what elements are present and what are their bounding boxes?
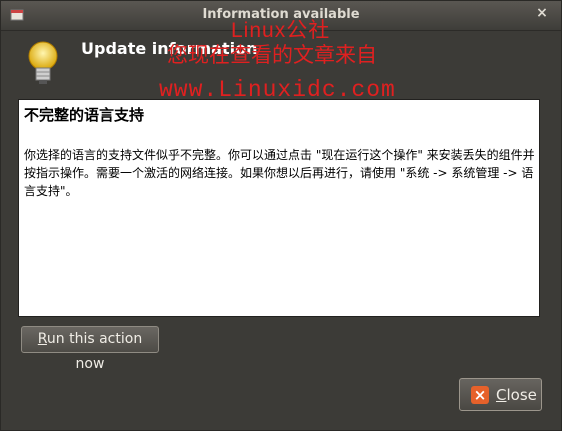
- lightbulb-icon: [28, 41, 58, 84]
- message-title: 不完整的语言支持: [24, 106, 145, 124]
- message-panel: 不完整的语言支持 你选择的语言的支持文件似乎不完整。你可以通过点击 "现在运行这…: [18, 99, 540, 317]
- watermark-line2: 您现在查看的文章来自: [167, 43, 377, 67]
- run-action-label: un this action now: [46, 331, 143, 372]
- window-close-icon[interactable]: ×: [535, 6, 549, 20]
- message-body: 你选择的语言的支持文件似乎不完整。你可以通过点击 "现在运行这个操作" 来安装丢…: [24, 148, 535, 198]
- run-action-mnemonic: R: [37, 331, 47, 347]
- close-button-label: Close: [496, 386, 537, 404]
- close-label-rest: lose: [506, 386, 537, 404]
- close-button[interactable]: × Close: [459, 378, 542, 411]
- close-icon: ×: [471, 386, 489, 404]
- dialog-content: Update information Linux公社 您现在查看的文章来自 ww…: [1, 19, 561, 430]
- close-mnemonic: C: [496, 386, 507, 404]
- dialog-window: Information available × Update informati…: [0, 0, 562, 431]
- run-action-button[interactable]: Run this action now: [21, 326, 159, 372]
